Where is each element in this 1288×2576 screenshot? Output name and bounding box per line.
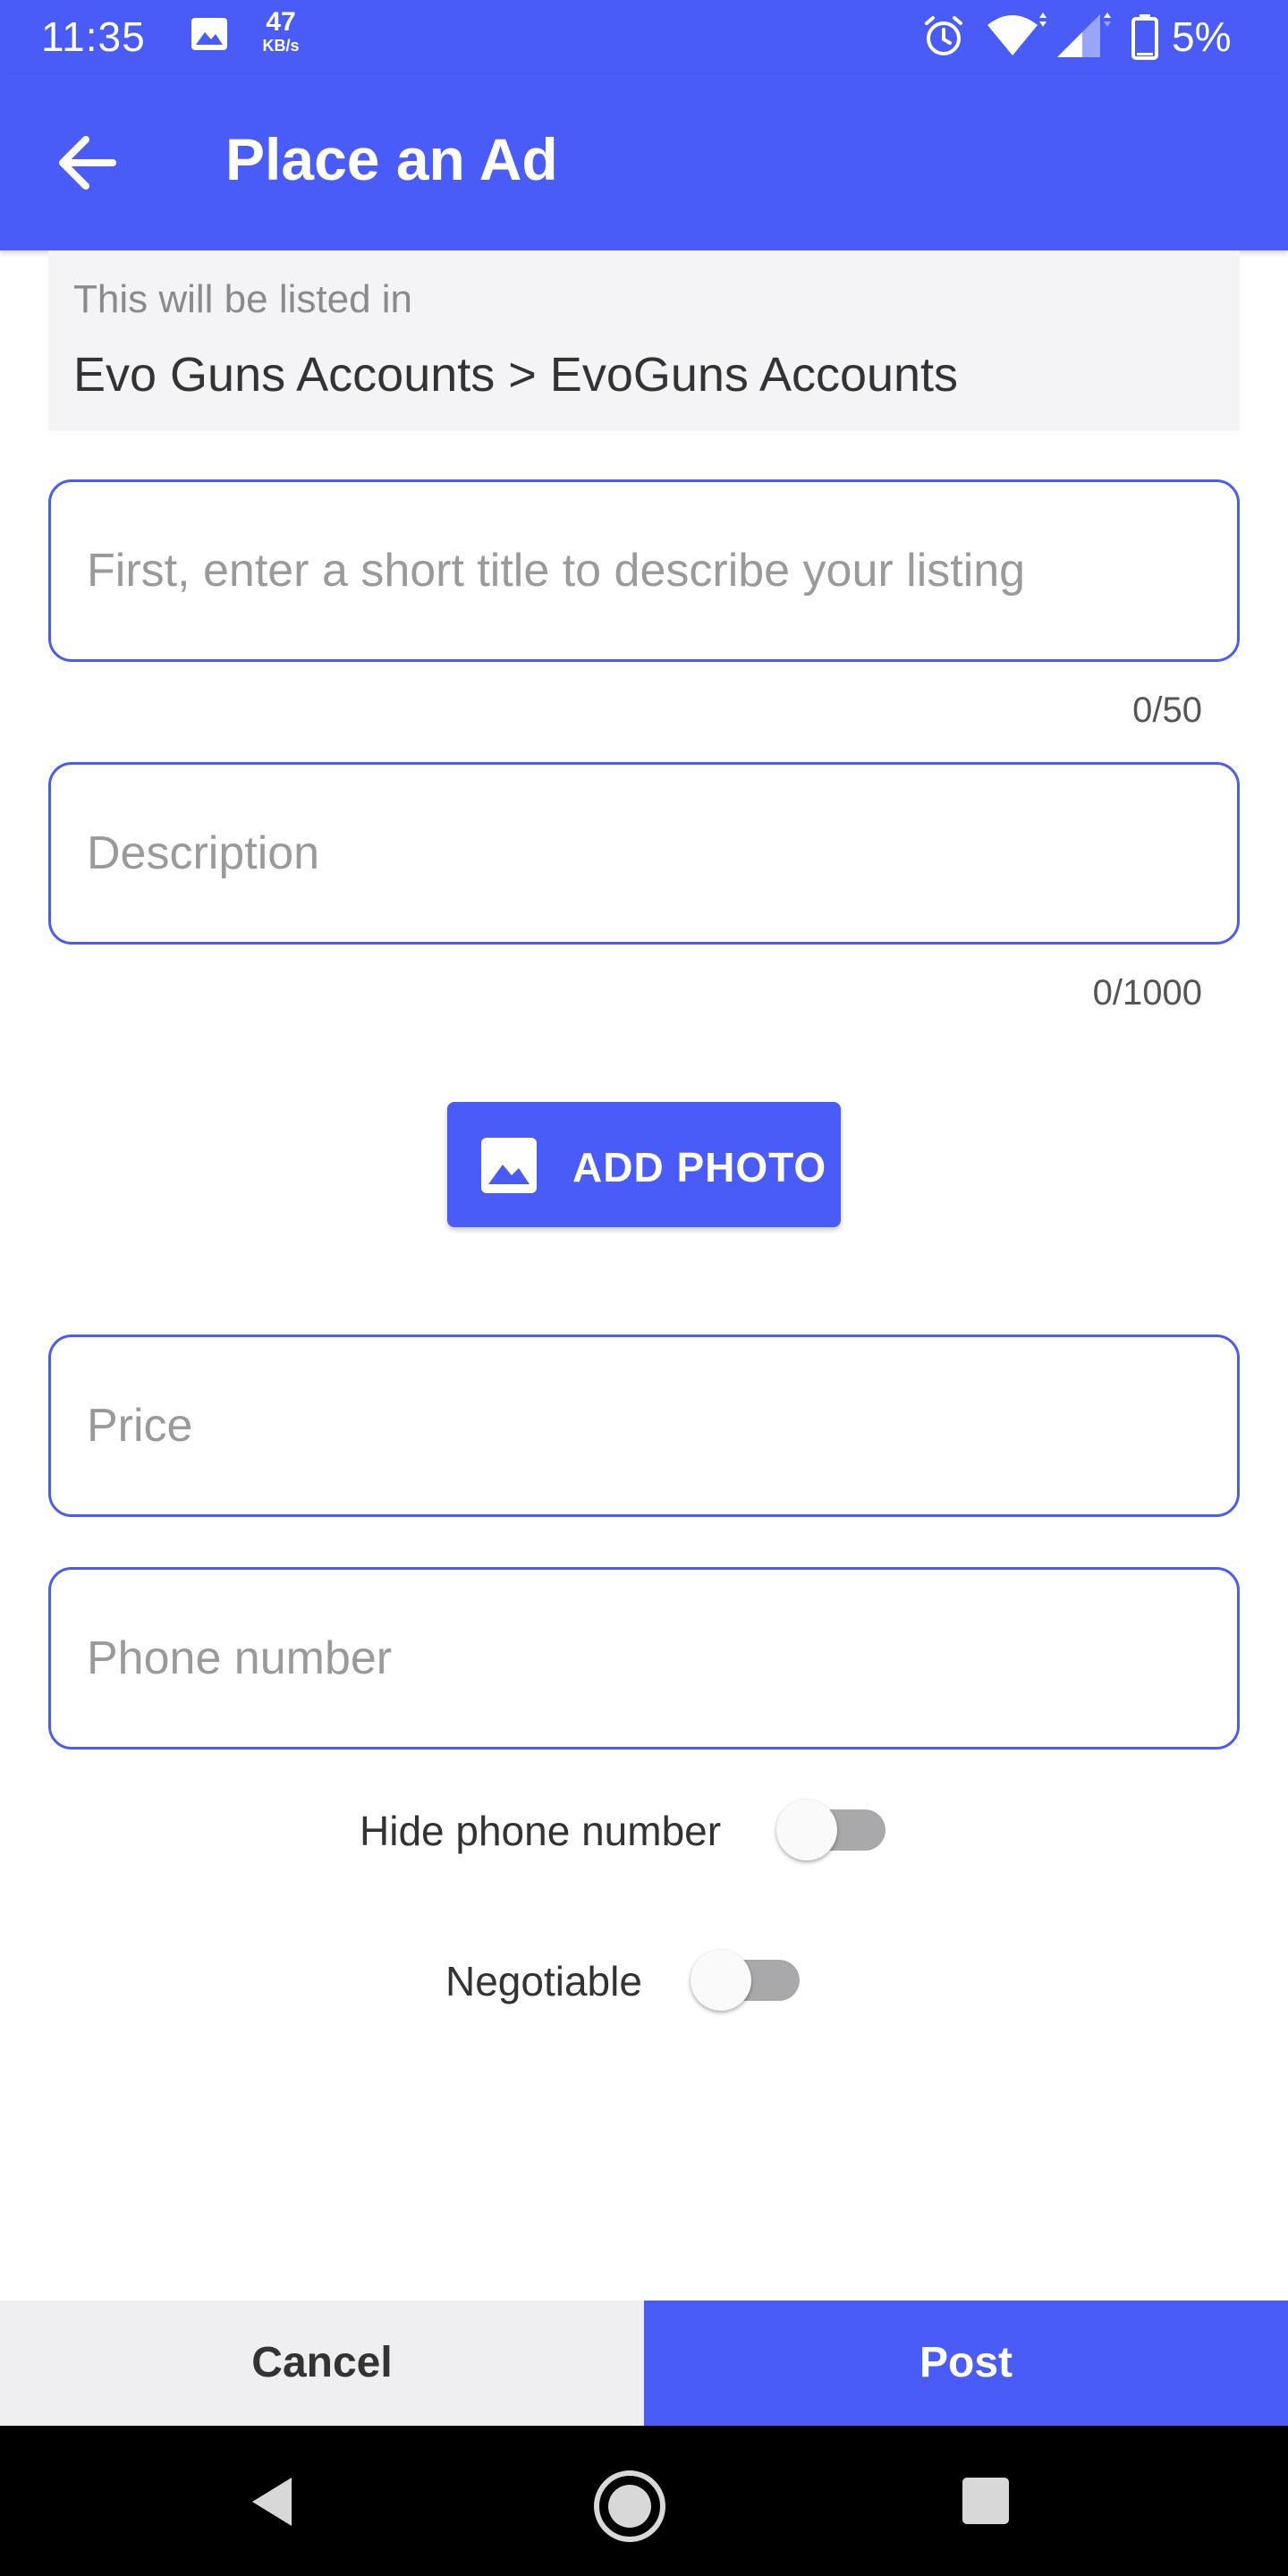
description-field[interactable] [48, 762, 1240, 945]
page-title: Place an Ad [225, 126, 558, 192]
nav-back-icon[interactable] [242, 2470, 304, 2533]
price-field[interactable] [48, 1335, 1240, 1517]
price-input[interactable] [87, 1337, 1196, 1514]
negotiable-row: Negotiable [0, 1939, 1288, 2020]
title-char-counter: 0/50 [1132, 691, 1202, 730]
system-nav-bar [0, 2426, 1288, 2576]
negotiable-switch-thumb [691, 1950, 751, 2011]
listing-category-path: Evo Guns Accounts > EvoGuns Accounts [73, 348, 959, 402]
network-speed-unit: KB/s [262, 37, 300, 55]
title-field[interactable] [48, 479, 1240, 662]
description-input[interactable] [87, 765, 1196, 942]
network-speed: 47 KB/s [254, 7, 308, 55]
listing-category-label: This will be listed in [73, 277, 413, 321]
network-speed-value: 47 [266, 7, 296, 37]
nav-recents-icon[interactable] [961, 2476, 1011, 2526]
add-photo-button[interactable]: ADD PHOTO [447, 1102, 841, 1227]
add-photo-label: ADD PHOTO [572, 1144, 827, 1191]
title-input[interactable] [87, 482, 1196, 659]
cancel-button[interactable]: Cancel [0, 2301, 644, 2426]
negotiable-switch[interactable] [687, 1941, 809, 2016]
app-bar: Place an Ad [0, 75, 1288, 250]
nav-home-icon[interactable] [592, 2469, 667, 2544]
status-time: 11:35 [41, 13, 146, 60]
gallery-icon [191, 18, 227, 50]
phone-field[interactable] [48, 1567, 1240, 1750]
arrow-left-icon [59, 136, 116, 190]
alarm-icon [925, 16, 962, 55]
cell-signal-icon [1057, 13, 1111, 57]
post-button[interactable]: Post [644, 2301, 1288, 2426]
hide-phone-switch-thumb [776, 1800, 837, 1860]
hide-phone-row: Hide phone number [0, 1789, 1288, 1869]
bottom-action-bar: Cancel Post [0, 2301, 1288, 2426]
place-ad-screen: 11:35 47 KB/s 5% Place an Ad This will b… [0, 0, 1288, 2576]
back-button[interactable] [41, 116, 134, 209]
hide-phone-label: Hide phone number [360, 1808, 722, 1854]
description-char-counter: 0/1000 [1092, 973, 1202, 1013]
wifi-icon [987, 13, 1046, 55]
listing-category-box: This will be listed in Evo Guns Accounts… [48, 250, 1240, 431]
battery-icon [1131, 14, 1158, 60]
negotiable-label: Negotiable [445, 1958, 642, 2004]
battery-percent: 5% [1172, 13, 1232, 60]
status-bar: 11:35 47 KB/s 5% [0, 0, 1288, 75]
image-icon [481, 1138, 537, 1193]
hide-phone-switch[interactable] [773, 1791, 894, 1866]
phone-input[interactable] [87, 1570, 1196, 1747]
